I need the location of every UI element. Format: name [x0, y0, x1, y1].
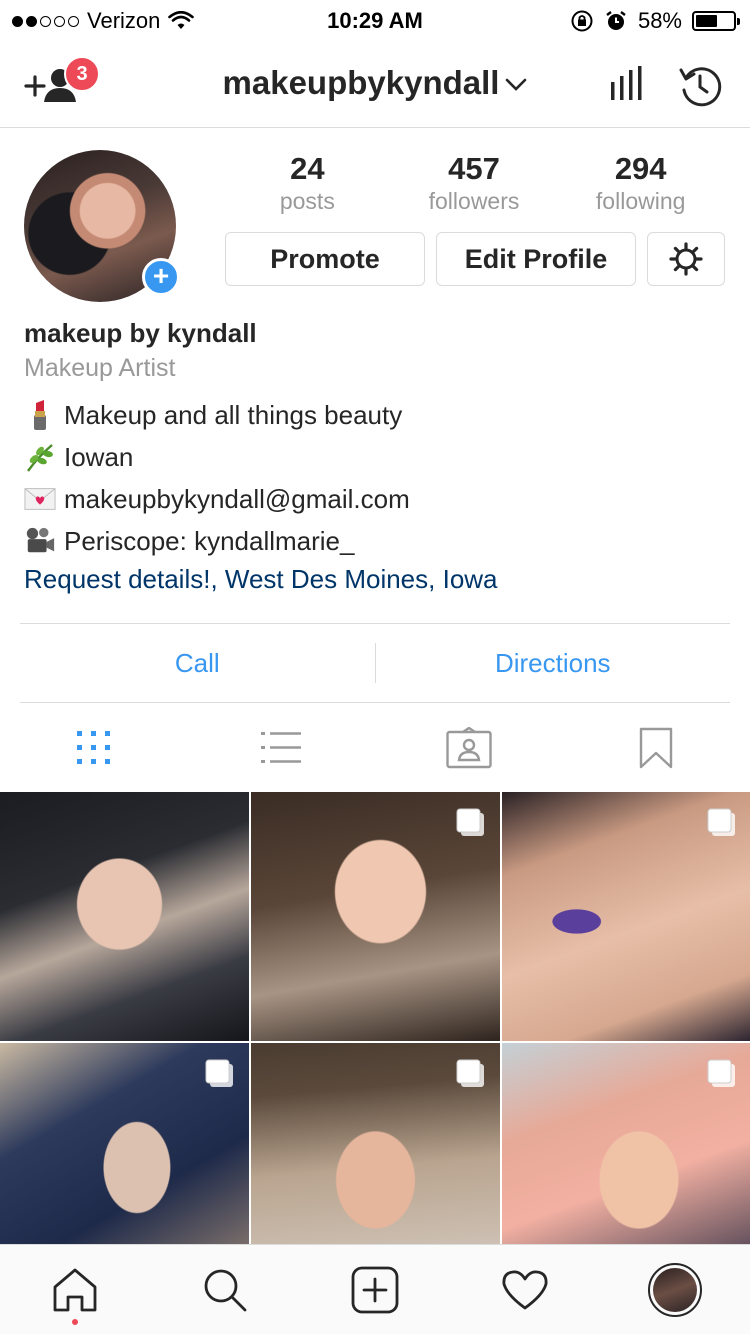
battery-percent: 58%: [637, 8, 682, 33]
tab-activity[interactable]: [450, 1245, 600, 1334]
followers-count-value: 457: [448, 151, 500, 186]
search-icon: [204, 1269, 247, 1311]
post-thumbnail[interactable]: [251, 1043, 500, 1244]
contact-actions: Call Directions: [20, 623, 730, 703]
bio-text: Iowan: [64, 441, 134, 472]
history-icon[interactable]: [678, 64, 722, 108]
list-icon: [261, 732, 302, 763]
tagged-person-icon: [446, 727, 492, 769]
home-icon: [53, 1268, 97, 1311]
love-letter-icon: [24, 483, 56, 515]
grid-icon: [76, 731, 110, 764]
post-thumbnail[interactable]: [0, 1043, 249, 1244]
posts-grid: [0, 792, 750, 1244]
rotation-lock-icon: [571, 10, 593, 32]
multiple-photos-icon: [707, 808, 735, 836]
bottom-tab-bar: [0, 1244, 750, 1334]
status-right: 58%: [570, 8, 740, 34]
followers-count-label: followers: [428, 188, 520, 214]
tab-saved[interactable]: [563, 704, 750, 792]
location-link[interactable]: Request details!, West Des Moines, Iowa: [24, 564, 724, 595]
business-category: Makeup Artist: [24, 354, 176, 382]
edit-profile-button[interactable]: Edit Profile: [436, 232, 636, 286]
lipstick-icon: [24, 399, 56, 431]
profile-bio: makeup by kyndall Makeup Artist Makeup a…: [24, 318, 724, 595]
tab-home[interactable]: [0, 1245, 150, 1334]
bio-text: Makeup and all things beauty: [64, 399, 403, 430]
posts-count-label: posts: [279, 188, 335, 214]
following-count-label: following: [595, 188, 686, 214]
tab-list-view[interactable]: [188, 704, 376, 792]
username-label: makeupbykyndall: [222, 64, 500, 101]
promote-button[interactable]: Promote: [225, 232, 425, 286]
film-projector-icon: [24, 525, 56, 557]
post-thumbnail[interactable]: [502, 1043, 750, 1244]
following-count-value: 294: [614, 151, 667, 186]
profile-view-tabs: [0, 704, 750, 792]
bookmark-icon: [640, 727, 673, 769]
post-thumbnail[interactable]: [0, 792, 249, 1041]
heart-icon: [502, 1269, 548, 1309]
tab-grid-view[interactable]: [0, 704, 188, 792]
posts-count-value: 24: [290, 151, 325, 186]
bio-text: Periscope: kyndallmarie_: [64, 525, 355, 556]
directions-button[interactable]: Directions: [376, 648, 731, 679]
bio-line: Makeup and all things beauty: [24, 394, 724, 436]
posts-count[interactable]: 24 posts: [224, 152, 391, 215]
tab-tagged[interactable]: [375, 704, 563, 792]
status-bar: Verizon 10:29 AM 58%: [0, 0, 750, 40]
profile-counts: 24 posts 457 followers 294 following: [224, 152, 724, 215]
post-thumbnail[interactable]: [502, 792, 750, 1041]
multiple-photos-icon: [456, 1059, 484, 1087]
add-post-icon: [351, 1266, 399, 1313]
gear-icon: [669, 242, 703, 276]
herb-icon: [24, 441, 56, 473]
bio-line: Iowan: [24, 436, 724, 478]
bio-line: makeupbykyndall@gmail.com: [24, 478, 724, 520]
tab-search[interactable]: [150, 1245, 300, 1334]
insights-icon[interactable]: [608, 66, 644, 102]
display-name: makeup by kyndall: [24, 318, 257, 348]
chevron-down-icon: [506, 78, 527, 92]
followers-count[interactable]: 457 followers: [391, 152, 558, 215]
tab-new-post[interactable]: [300, 1245, 450, 1334]
following-count[interactable]: 294 following: [557, 152, 724, 215]
multiple-photos-icon: [456, 808, 484, 836]
home-activity-dot: [72, 1319, 78, 1325]
post-thumbnail[interactable]: [251, 792, 500, 1041]
profile-header-bar: 3 makeupbykyndall: [0, 40, 750, 128]
multiple-photos-icon: [707, 1059, 735, 1087]
bio-text: makeupbykyndall@gmail.com: [64, 483, 410, 514]
multiple-photos-icon: [205, 1059, 233, 1087]
settings-button[interactable]: [647, 232, 725, 286]
tab-profile[interactable]: [600, 1245, 750, 1334]
add-story-plus-icon[interactable]: +: [142, 258, 180, 296]
bio-line: Periscope: kyndallmarie_: [24, 520, 724, 562]
alarm-icon: [606, 11, 626, 30]
call-button[interactable]: Call: [20, 648, 375, 679]
battery-icon: [692, 11, 740, 31]
profile-tab-avatar: [648, 1262, 702, 1317]
